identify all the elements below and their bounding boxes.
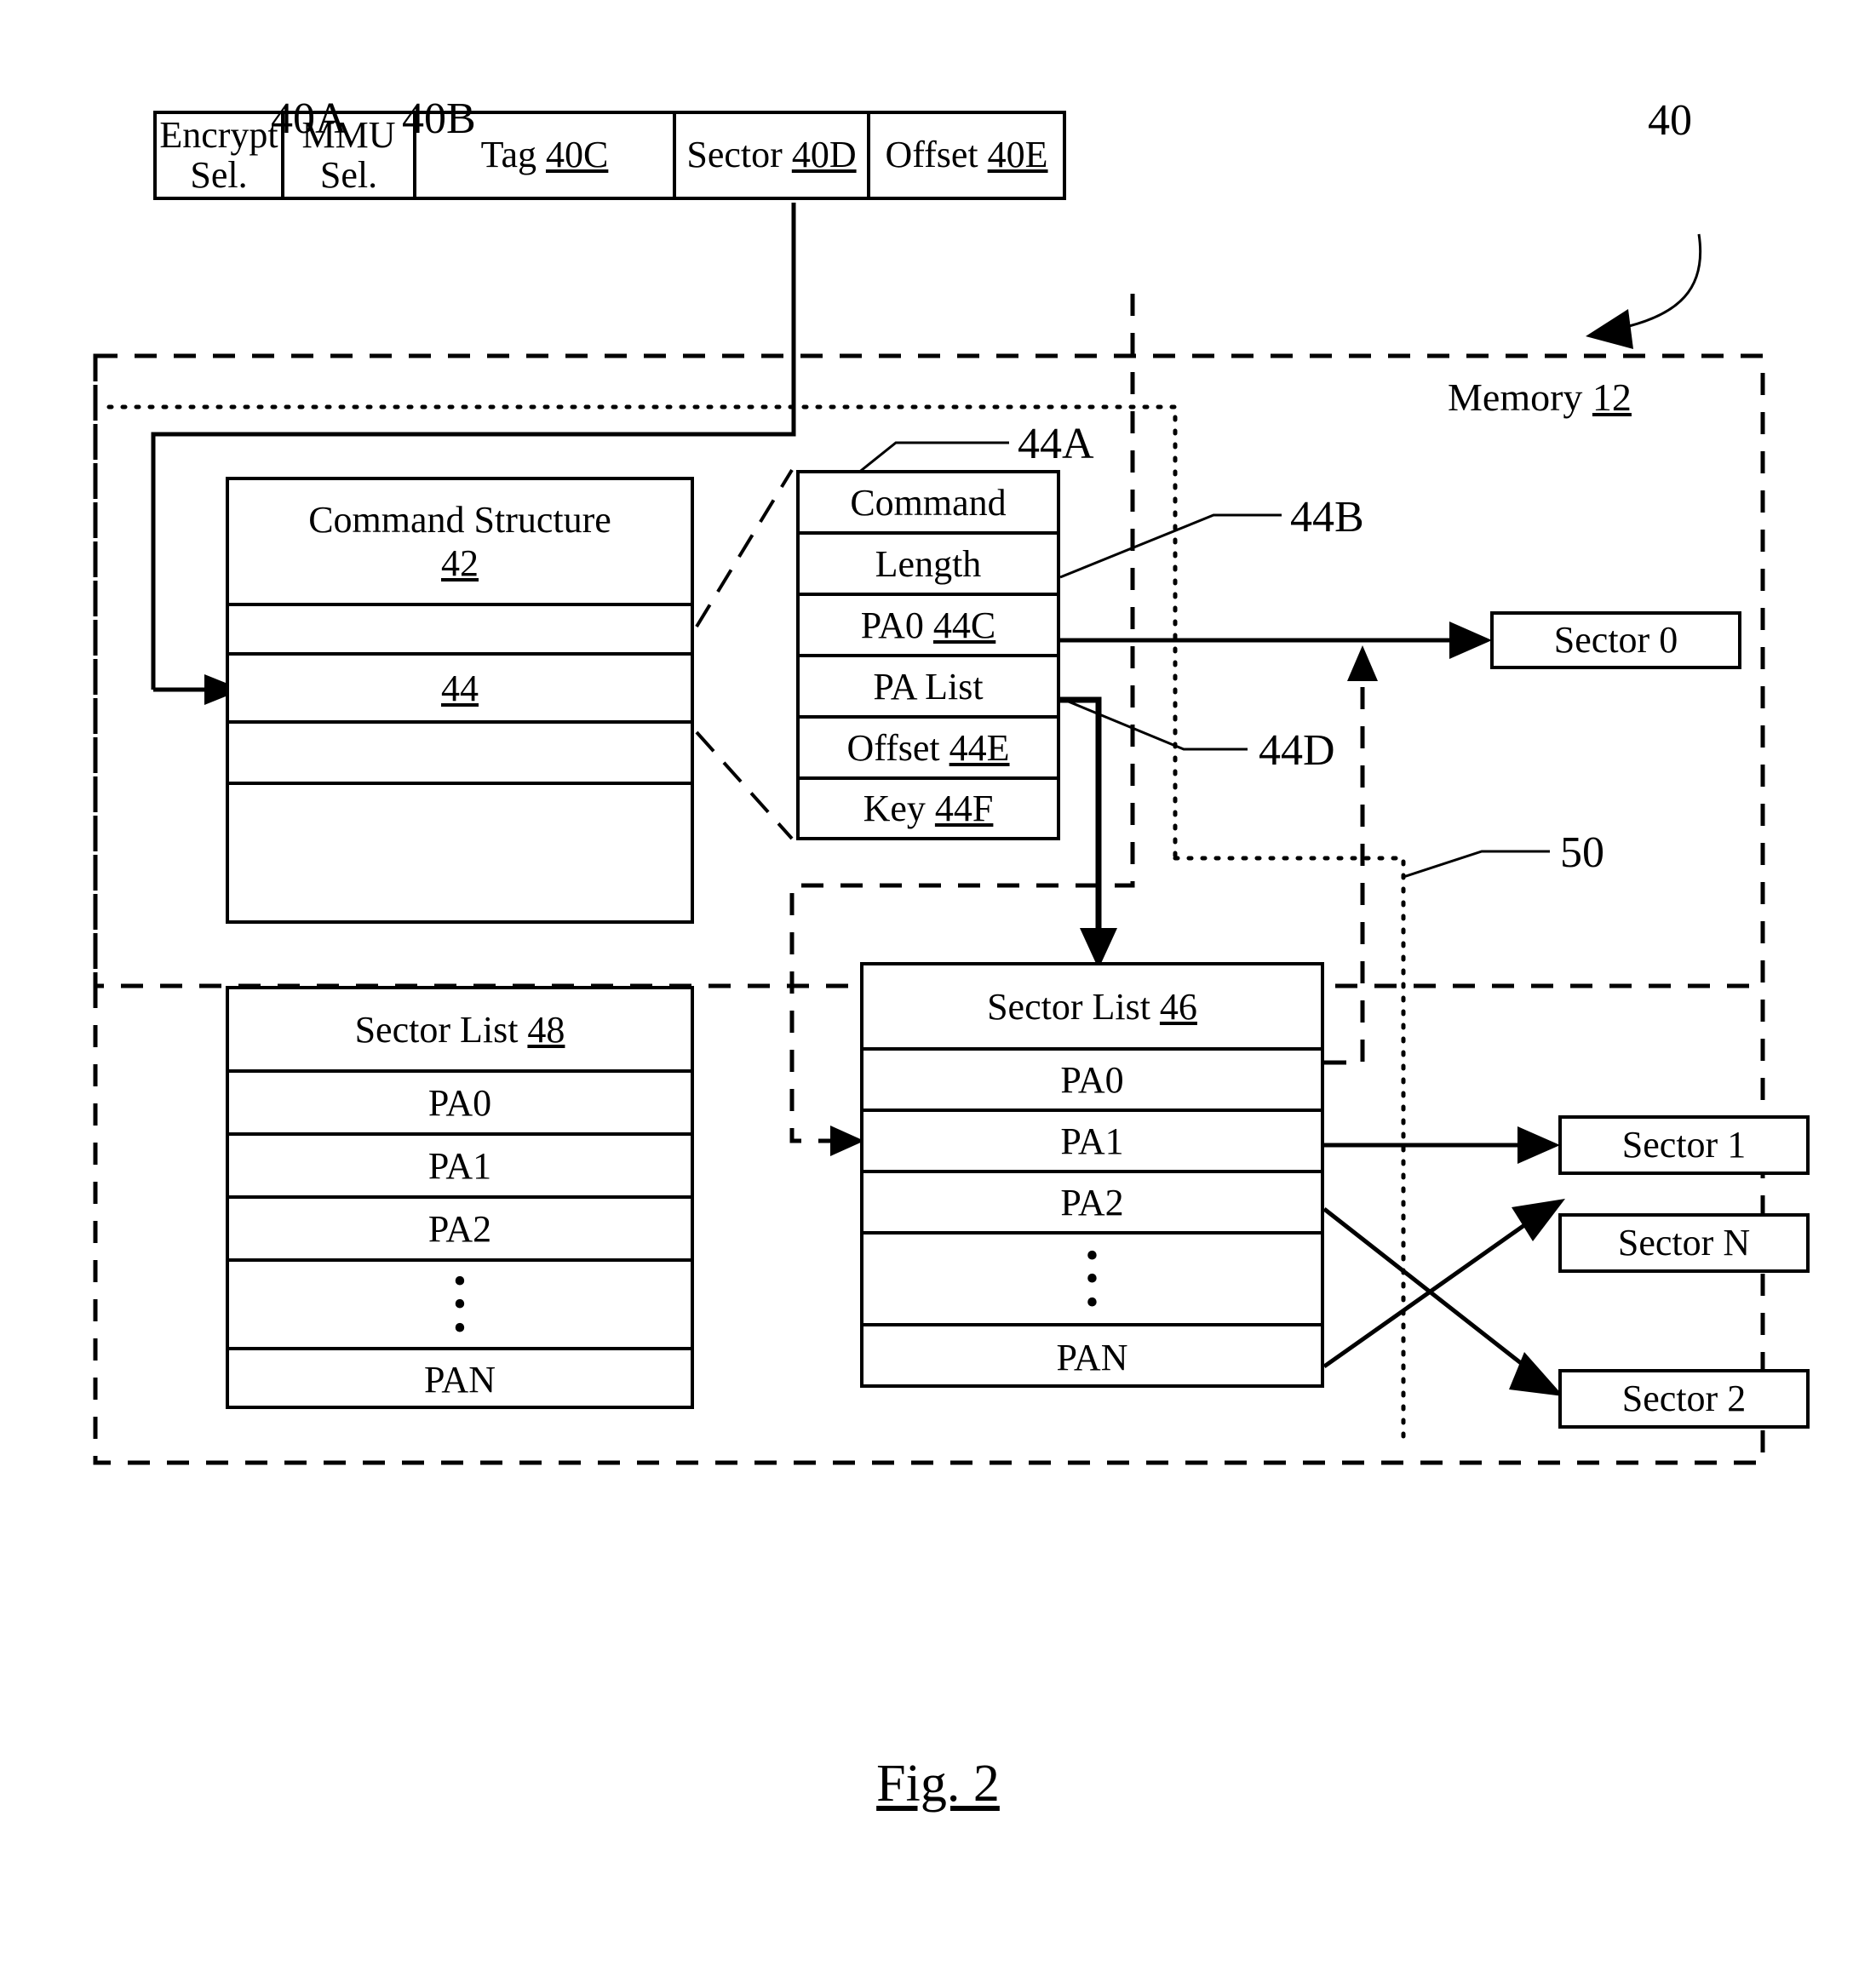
sector-list-48-box: Sector List 48 PA0 PA1 PA2 • • • PAN [226,986,694,1409]
sector-list-48-entry-0[interactable]: PA0 [229,1073,691,1136]
sector-list-46-entry-0[interactable]: PA0 [863,1051,1321,1112]
sector-n-label: Sector N [1617,1221,1751,1263]
register-cell-sector-label: Sector [686,134,783,176]
command-structure-ref: 42 [441,542,479,584]
descriptor-row-offset[interactable]: Offset 44E [800,719,1057,780]
register-cell-encrypt-sel-line2: Sel. [190,153,248,196]
figure-caption: Fig. 2 [0,1754,1876,1814]
sector-list-48-title-row: Sector List 48 [229,989,691,1073]
command-structure-row-2[interactable] [229,724,691,785]
sector-list-46-entry-2[interactable]: PA2 [863,1173,1321,1235]
descriptor-row-pa-list[interactable]: PA List [800,657,1057,719]
sector-n-box[interactable]: Sector N [1558,1213,1810,1273]
command-structure-row-0[interactable] [229,606,691,656]
callout-44d: 44D [1259,726,1335,775]
callout-44a: 44A [1018,420,1094,468]
memory-label-ref: 12 [1592,375,1632,419]
sector-2-box[interactable]: Sector 2 [1558,1369,1810,1429]
descriptor-row-pa0[interactable]: PA0 44C [800,596,1057,657]
descriptor-row-pa-list-label: PA List [873,665,984,708]
sector-list-46-ellipsis: • • • [863,1235,1321,1326]
command-structure-title-row: Command Structure 42 [229,480,691,606]
command-structure-title: Command Structure [308,499,611,541]
sector-list-48-ref: 48 [527,1008,565,1051]
vertical-ellipsis-icon: • • • [1085,1235,1099,1323]
sector-list-46-entry-2-label: PA2 [1060,1181,1124,1223]
sector-2-label: Sector 2 [1621,1377,1747,1419]
sector-list-48-entry-1-label: PA1 [427,1144,492,1187]
register-cell-mmu-sel-line2: Sel. [319,153,378,196]
sector-list-46-entry-1-label: PA1 [1060,1120,1124,1162]
descriptor-row-offset-label: Offset [846,726,940,769]
register-cell-sector[interactable]: Sector 40D [676,114,870,197]
descriptor-row-key-label: Key [863,788,926,829]
callout-40: 40 [1648,96,1692,145]
sector-list-48-title: Sector List [354,1008,519,1051]
sector-list-46-entry-0-label: PA0 [1060,1058,1124,1101]
sector-1-box[interactable]: Sector 1 [1558,1115,1810,1175]
memory-label: Memory 12 [1448,375,1632,420]
register-cell-encrypt-sel[interactable]: Encrypt Sel. [157,114,284,197]
command-structure-row-44[interactable]: 44 [229,656,691,724]
command-structure-row-44-ref: 44 [441,667,479,709]
sector-list-46-entry-1[interactable]: PA1 [863,1112,1321,1173]
callout-50: 50 [1560,828,1604,877]
descriptor-row-command-label: Command [850,481,1007,524]
descriptor-row-length-label: Length [875,542,982,585]
register-cell-offset[interactable]: Offset 40E [870,114,1063,197]
descriptor-row-offset-ref: 44E [949,726,1010,769]
sector-1-label: Sector 1 [1621,1123,1747,1166]
figure-canvas: Encrypt Sel. MMU Sel. Tag 40C Sector 40D… [0,0,1876,1965]
sector-list-46-box: Sector List 46 PA0 PA1 PA2 • • • PAN [860,962,1324,1388]
sector-list-48-entry-2[interactable]: PA2 [229,1199,691,1262]
command-structure-row-3[interactable] [229,785,691,920]
descriptor-row-length[interactable]: Length [800,535,1057,596]
sector-list-48-entry-0-label: PA0 [427,1081,492,1124]
descriptor-row-key[interactable]: Key 44F [800,780,1057,837]
descriptor-row-key-ref: 44F [934,788,994,829]
sector-list-48-ellipsis: • • • [229,1262,691,1350]
sector-0-label: Sector 0 [1553,618,1678,661]
callout-40b: 40B [402,95,476,143]
register-cell-offset-ref: 40E [987,134,1048,176]
memory-label-text: Memory [1448,375,1583,419]
vertical-ellipsis-icon: • • • [453,1260,467,1349]
sector-list-48-entry-n-label: PAN [424,1359,496,1401]
register-cell-tag-label: Tag [480,134,536,176]
sector-list-46-ref: 46 [1159,985,1197,1028]
sector-list-46-entry-n-label: PAN [1056,1336,1128,1378]
register-cell-sector-ref: 40D [791,134,857,176]
sector-0-box[interactable]: Sector 0 [1490,611,1741,669]
command-structure-box: Command Structure 42 44 [226,477,694,924]
command-descriptor-box: Command Length PA0 44C PA List Offset 44… [796,470,1060,840]
callout-44b: 44B [1290,493,1364,541]
sector-list-46-entry-n[interactable]: PAN [863,1326,1321,1388]
callout-40a: 40A [271,95,347,143]
descriptor-row-pa0-ref: 44C [932,604,996,646]
register-cell-tag-ref: 40C [545,134,609,176]
sector-list-46-title: Sector List [987,985,1150,1028]
sector-list-48-entry-n[interactable]: PAN [229,1350,691,1409]
sector-list-46-title-row: Sector List 46 [863,965,1321,1051]
descriptor-row-pa0-label: PA0 [860,604,924,646]
register-cell-offset-label: Offset [885,134,978,176]
sector-list-48-entry-2-label: PA2 [427,1207,492,1250]
sector-list-48-entry-1[interactable]: PA1 [229,1136,691,1199]
register-cell-encrypt-sel-line1: Encrypt [159,114,278,157]
figure-caption-text: Fig. 2 [876,1755,1000,1813]
descriptor-row-command[interactable]: Command [800,473,1057,535]
